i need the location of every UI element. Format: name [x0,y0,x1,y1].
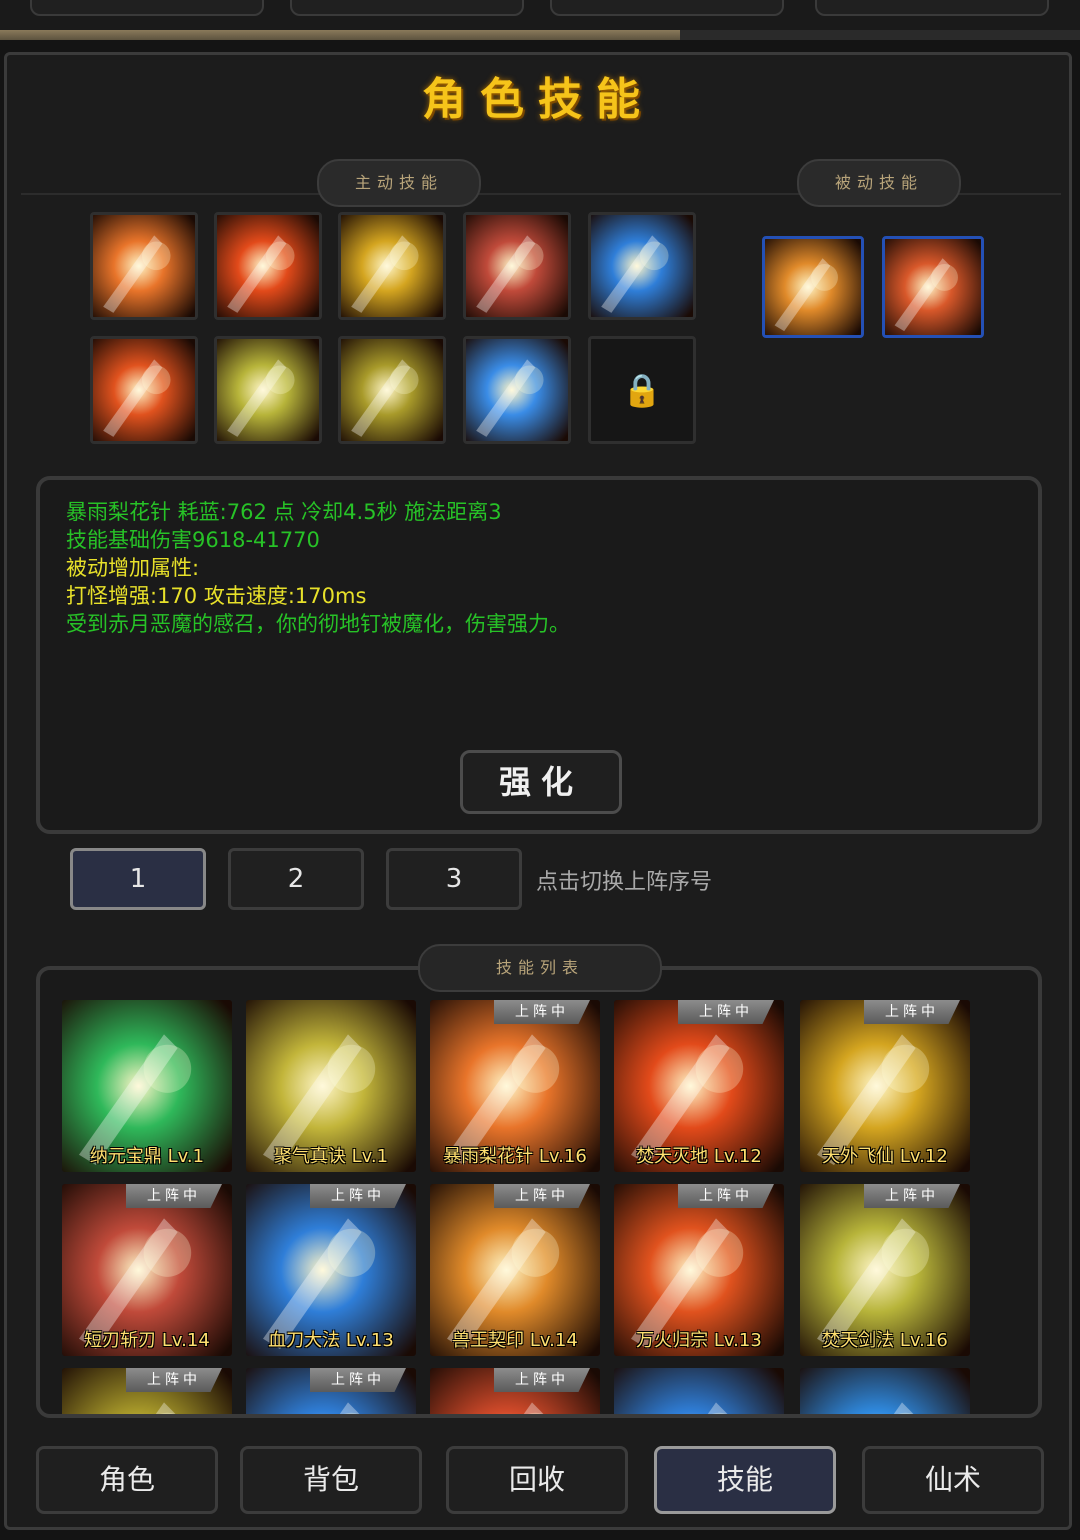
sequence-button-2[interactable]: 2 [228,848,364,910]
active-skill-slot[interactable]: 🔒 [588,336,696,444]
lock-icon: 🔒 [622,371,662,409]
top-tab[interactable] [30,0,264,16]
skill-card[interactable]: 上阵中万火归宗 Lv.13 [614,1184,784,1356]
deployed-badge: 上阵中 [678,1000,774,1024]
frost-burst-icon [466,339,568,441]
deployed-badge: 上阵中 [310,1184,406,1208]
deployed-badge: 上阵中 [494,1000,590,1024]
skill-card-label: 暴雨梨花针 Lv.16 [443,1146,587,1167]
dragon-claw-icon [765,239,861,335]
skill-stats: 耗蓝:762 点 冷却4.5秒 施法距离3 [171,500,502,524]
skill-card[interactable]: 上阵中焚天灭地 Lv.12 [614,1000,784,1172]
skill-card[interactable]: 上阵中 [430,1368,600,1414]
skill-card[interactable]: 上阵中血刀大法 Lv.13 [246,1184,416,1356]
dragon-icon [341,339,443,441]
passive-bonus-label: 被动增加属性: [66,556,200,580]
deployed-badge: 上阵中 [126,1368,222,1392]
deployed-badge: 上阵中 [494,1368,590,1392]
skill-card[interactable]: 上阵中天外飞仙 Lv.12 [800,1000,970,1172]
blade-ring-icon [466,215,568,317]
skill-card-label: 焚天剑法 Lv.16 [822,1330,948,1351]
sequence-button-3[interactable]: 3 [386,848,522,910]
nav-button[interactable]: 背包 [240,1446,422,1514]
skill-card-label: 血刀大法 Lv.13 [268,1330,394,1351]
skill-card-label: 万火归宗 Lv.13 [636,1330,762,1351]
active-skill-slot[interactable] [338,336,446,444]
experience-bar [0,30,1080,40]
skill-name: 暴雨梨花针 [66,500,171,524]
deployed-badge: 上阵中 [864,1184,960,1208]
skill-card[interactable] [614,1368,784,1414]
skill-card[interactable]: 上阵中兽王契印 Lv.14 [430,1184,600,1356]
deployed-badge: 上阵中 [678,1184,774,1208]
skill-card[interactable]: 上阵中短刃斩刃 Lv.14 [62,1184,232,1356]
passive-bonus-values: 打怪增强:170 攻击速度:170ms [66,584,367,608]
active-skill-slot[interactable] [90,336,198,444]
skill-card[interactable]: 纳元宝鼎 Lv.1 [62,1000,232,1172]
water-vortex-icon [800,1368,970,1414]
skill-damage: 技能基础伤害9618-41770 [66,528,320,552]
top-tab[interactable] [815,0,1049,16]
wave-icon [614,1368,784,1414]
skill-info-box: 暴雨梨花针 耗蓝:762 点 冷却4.5秒 施法距离3 技能基础伤害9618-4… [36,476,1042,834]
deployed-badge: 上阵中 [126,1184,222,1208]
enhance-button[interactable]: 强化 [460,750,622,814]
skill-card[interactable]: 上阵中暴雨梨花针 Lv.16 [430,1000,600,1172]
deployed-badge: 上阵中 [310,1368,406,1392]
ice-claw-icon [591,215,693,317]
passive-skills-label: 被动技能 [797,159,961,207]
skill-card[interactable]: 聚气真诀 Lv.1 [246,1000,416,1172]
sequence-button-1[interactable]: 1 [70,848,206,910]
active-skill-slot[interactable] [90,212,198,320]
skill-card-label: 兽王契印 Lv.14 [452,1330,578,1351]
skill-description: 受到赤月恶魔的感召，你的彻地钉被魔化，伤害强力。 [66,612,570,636]
skill-card[interactable]: 上阵中 [246,1368,416,1414]
arrow-rain-icon [93,215,195,317]
active-skill-slot[interactable] [338,212,446,320]
deployed-badge: 上阵中 [864,1000,960,1024]
page-title: 角色技能 [422,74,654,125]
top-tab[interactable] [550,0,784,16]
sword-slash-icon [217,339,319,441]
active-skills-label: 主动技能 [317,159,481,207]
active-skill-slot[interactable] [463,212,571,320]
passive-skill-slot[interactable] [882,236,984,338]
nav-button[interactable]: 回收 [446,1446,628,1514]
meteor-icon [93,339,195,441]
nav-button[interactable]: 仙术 [862,1446,1044,1514]
active-skill-slot[interactable] [463,336,571,444]
yin-yang-icon [885,239,981,335]
deployed-badge: 上阵中 [494,1184,590,1208]
skill-card-label: 焚天灭地 Lv.12 [636,1146,762,1167]
active-skill-slot[interactable] [214,212,322,320]
active-skill-slot[interactable] [588,212,696,320]
experience-bar-fill [0,30,681,40]
nav-button[interactable]: 角色 [36,1446,218,1514]
skill-list-label: 技能列表 [418,944,662,992]
skill-card-label: 聚气真诀 Lv.1 [273,1146,389,1167]
skill-card-label: 短刃斩刃 Lv.14 [84,1330,210,1351]
sequence-hint: 点击切换上阵序号 [536,870,713,895]
skill-card[interactable]: 上阵中焚天剑法 Lv.16 [800,1184,970,1356]
top-tab[interactable] [290,0,524,16]
skill-card-label: 纳元宝鼎 Lv.1 [89,1146,205,1167]
passive-skill-slot[interactable] [762,236,864,338]
skill-card[interactable] [800,1368,970,1414]
top-bar [0,0,1080,30]
golden-sword-icon [341,215,443,317]
skill-list[interactable]: 纳元宝鼎 Lv.1 聚气真诀 Lv.1 上阵中 暴雨梨花针 Lv.16 上阵中 焚天灭地 … [36,966,1042,1418]
skill-card[interactable]: 上阵中 [62,1368,232,1414]
active-skill-slot[interactable] [214,336,322,444]
flame-burst-icon [217,215,319,317]
skill-card-label: 天外飞仙 Lv.12 [822,1146,948,1167]
nav-button[interactable]: 技能 [654,1446,836,1514]
